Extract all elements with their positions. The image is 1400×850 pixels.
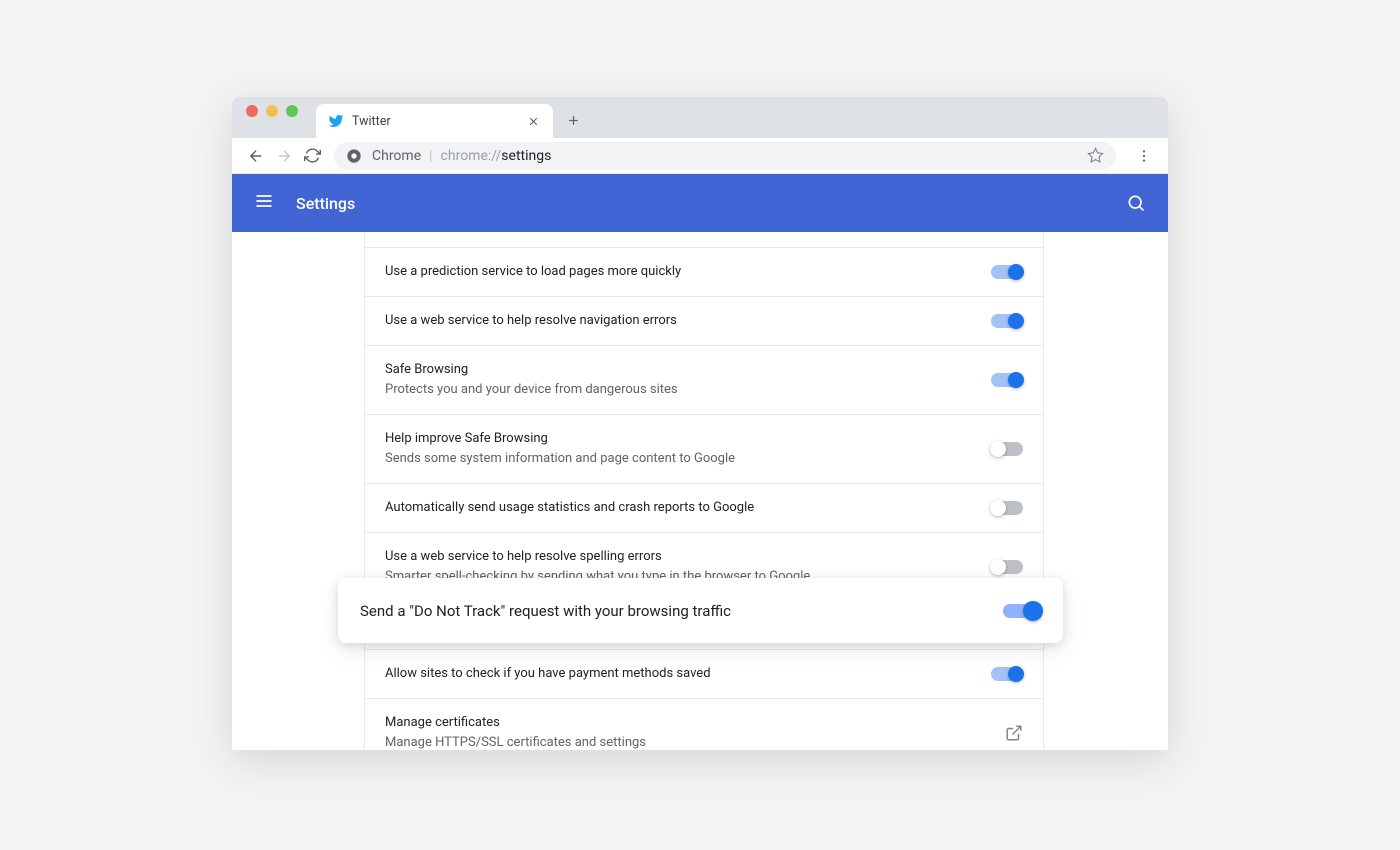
toggle-switch[interactable] <box>991 314 1023 328</box>
content-area: Use a prediction service to load pages m… <box>232 232 1168 750</box>
toggle-switch[interactable] <box>991 442 1023 456</box>
setting-subtitle: Manage HTTPS/SSL certificates and settin… <box>385 733 995 750</box>
browser-toolbar: Chrome | chrome://settings <box>232 138 1168 174</box>
minimize-window-button[interactable] <box>266 105 278 117</box>
menu-button[interactable] <box>1130 142 1158 170</box>
close-window-button[interactable] <box>246 105 258 117</box>
setting-title: Use a web service to help resolve naviga… <box>385 311 981 331</box>
search-icon[interactable] <box>1126 193 1146 213</box>
close-tab-icon[interactable] <box>525 113 541 129</box>
chrome-icon <box>346 148 362 164</box>
window-controls <box>246 97 298 138</box>
settings-panel: Use a prediction service to load pages m… <box>364 232 1044 750</box>
bookmark-star-icon[interactable] <box>1087 147 1104 164</box>
omnibox-app: Chrome <box>372 148 421 164</box>
setting-title: Safe Browsing <box>385 360 981 380</box>
sidebar <box>232 232 364 750</box>
reload-button[interactable] <box>298 142 326 170</box>
settings-row-partial <box>365 232 1043 248</box>
setting-do-not-track-card[interactable]: Send a "Do Not Track" request with your … <box>338 578 1063 643</box>
setting-title: Automatically send usage statistics and … <box>385 498 981 518</box>
forward-button[interactable] <box>270 142 298 170</box>
hamburger-icon[interactable] <box>254 191 278 215</box>
setting-title: Help improve Safe Browsing <box>385 429 981 449</box>
browser-window: Twitter Chrome | chrome://settings <box>232 97 1168 750</box>
tab-strip: Twitter <box>232 97 1168 138</box>
settings-header: Settings <box>232 174 1168 232</box>
new-tab-button[interactable] <box>559 106 587 134</box>
setting-title: Use a web service to help resolve spelli… <box>385 547 981 567</box>
setting-subtitle: Protects you and your device from danger… <box>385 380 981 400</box>
setting-safe-browsing[interactable]: Safe Browsing Protects you and your devi… <box>365 346 1043 415</box>
tab-title: Twitter <box>352 114 525 129</box>
setting-payment-methods[interactable]: Allow sites to check if you have payment… <box>365 650 1043 699</box>
toggle-switch[interactable] <box>991 667 1023 681</box>
toggle-switch[interactable] <box>991 265 1023 279</box>
address-bar[interactable]: Chrome | chrome://settings <box>334 142 1116 170</box>
setting-title: Send a "Do Not Track" request with your … <box>360 602 1003 620</box>
setting-title: Manage certificates <box>385 713 995 733</box>
open-external-icon <box>1005 724 1023 742</box>
toggle-switch[interactable] <box>991 501 1023 515</box>
back-button[interactable] <box>242 142 270 170</box>
toggle-switch[interactable] <box>991 373 1023 387</box>
omnibox-prefix: chrome:// <box>441 148 502 164</box>
toggle-switch[interactable] <box>991 560 1023 574</box>
setting-navigation-errors[interactable]: Use a web service to help resolve naviga… <box>365 297 1043 346</box>
page-title: Settings <box>296 194 355 213</box>
twitter-icon <box>328 113 344 129</box>
omnibox-path: settings <box>501 148 551 164</box>
setting-improve-safe-browsing[interactable]: Help improve Safe Browsing Sends some sy… <box>365 415 1043 484</box>
setting-title: Allow sites to check if you have payment… <box>385 664 981 684</box>
setting-usage-statistics[interactable]: Automatically send usage statistics and … <box>365 484 1043 533</box>
setting-title: Use a prediction service to load pages m… <box>385 262 981 282</box>
toggle-switch[interactable] <box>1003 604 1041 618</box>
setting-subtitle: Sends some system information and page c… <box>385 449 981 469</box>
browser-tab[interactable]: Twitter <box>316 104 553 138</box>
setting-manage-certificates[interactable]: Manage certificates Manage HTTPS/SSL cer… <box>365 699 1043 750</box>
setting-prediction-service[interactable]: Use a prediction service to load pages m… <box>365 248 1043 297</box>
maximize-window-button[interactable] <box>286 105 298 117</box>
